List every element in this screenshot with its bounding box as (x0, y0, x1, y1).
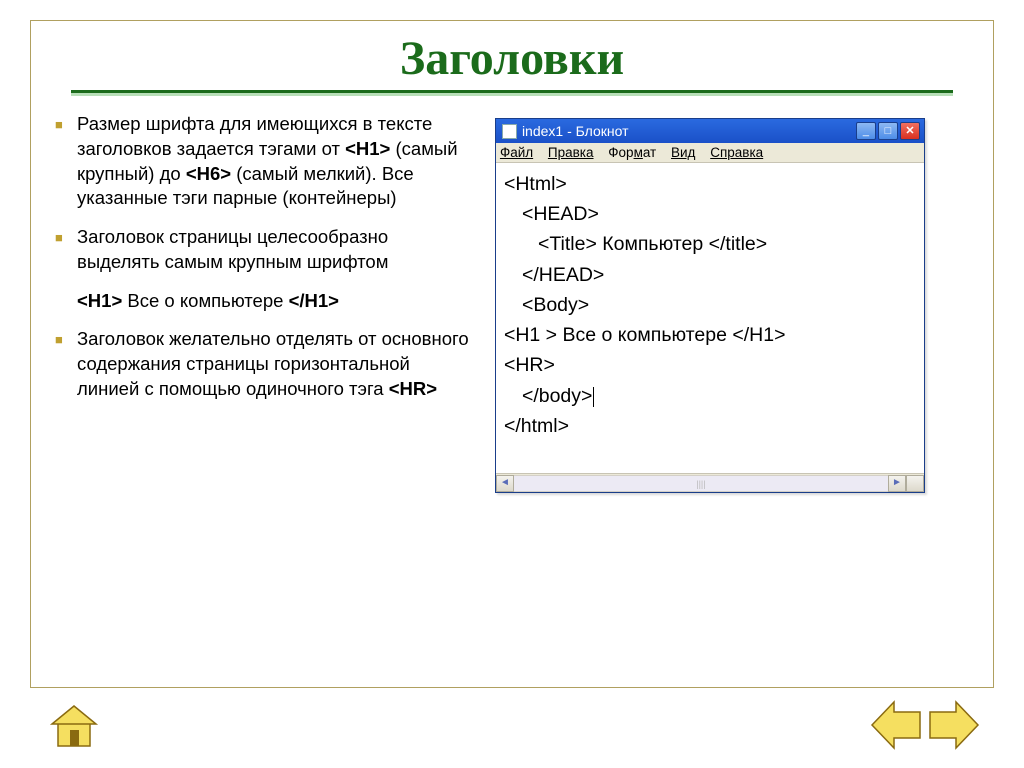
bullet-list: Размер шрифта для имеющихся в тексте заг… (51, 112, 475, 493)
window-buttons: _ □ ✕ (856, 122, 920, 140)
document-icon (502, 124, 517, 139)
slide-title-wrap: Заголовки (31, 21, 993, 90)
scroll-track[interactable]: |||| (514, 475, 888, 492)
notepad-titlebar[interactable]: index1 - Блокнот _ □ ✕ (496, 119, 924, 143)
next-slide-button[interactable] (928, 700, 980, 750)
scroll-left-button[interactable]: ◄ (496, 475, 514, 492)
menu-format[interactable]: Формат (608, 145, 656, 160)
home-button[interactable] (44, 700, 104, 750)
arrow-right-icon (928, 700, 980, 750)
text-cursor (593, 387, 594, 407)
menu-edit[interactable]: Правка (548, 145, 594, 160)
scroll-right-button[interactable]: ► (888, 475, 906, 492)
list-item: Заголовок страницы целесообразно выделят… (51, 225, 475, 275)
code-line: </body> (504, 381, 918, 411)
prev-slide-button[interactable] (870, 700, 922, 750)
list-item: <H1> Все о компьютере </H1> (51, 289, 475, 314)
maximize-button[interactable]: □ (878, 122, 898, 140)
menu-view[interactable]: Вид (671, 145, 695, 160)
minimize-button[interactable]: _ (856, 122, 876, 140)
menu-file[interactable]: Файл (500, 145, 533, 160)
nav-arrows (870, 700, 980, 750)
notepad-menubar[interactable]: Файл Правка Формат Вид Справка (496, 143, 924, 163)
code-line: <Html> (504, 169, 918, 199)
slide-frame: Заголовки Размер шрифта для имеющихся в … (30, 20, 994, 688)
resize-grip[interactable] (906, 475, 924, 492)
list-item: Размер шрифта для имеющихся в тексте заг… (51, 112, 475, 211)
slide-content: Размер шрифта для имеющихся в тексте заг… (31, 112, 993, 493)
code-line: </html> (504, 411, 918, 441)
notepad-text-area[interactable]: <Html> <HEAD> <Title> Компьютер </title>… (496, 163, 924, 473)
code-line: <HR> (504, 350, 918, 380)
notepad-window: index1 - Блокнот _ □ ✕ Файл Правка Форма… (495, 118, 925, 493)
list-item: Заголовок желательно отделять от основно… (51, 327, 475, 401)
code-line: <HEAD> (504, 199, 918, 229)
close-button[interactable]: ✕ (900, 122, 920, 140)
code-line: <H1 > Все о компьютере </H1> (504, 320, 918, 350)
code-line: <Title> Компьютер </title> (504, 229, 918, 259)
menu-help[interactable]: Справка (710, 145, 763, 160)
home-icon (44, 700, 104, 750)
notepad-area: index1 - Блокнот _ □ ✕ Файл Правка Форма… (495, 112, 973, 493)
title-underline (71, 90, 953, 96)
code-line: <Body> (504, 290, 918, 320)
horizontal-scrollbar[interactable]: ◄ |||| ► (496, 473, 924, 492)
slide-title: Заголовки (31, 31, 993, 86)
code-line: </HEAD> (504, 260, 918, 290)
notepad-title: index1 - Блокнот (522, 123, 856, 139)
arrow-left-icon (870, 700, 922, 750)
